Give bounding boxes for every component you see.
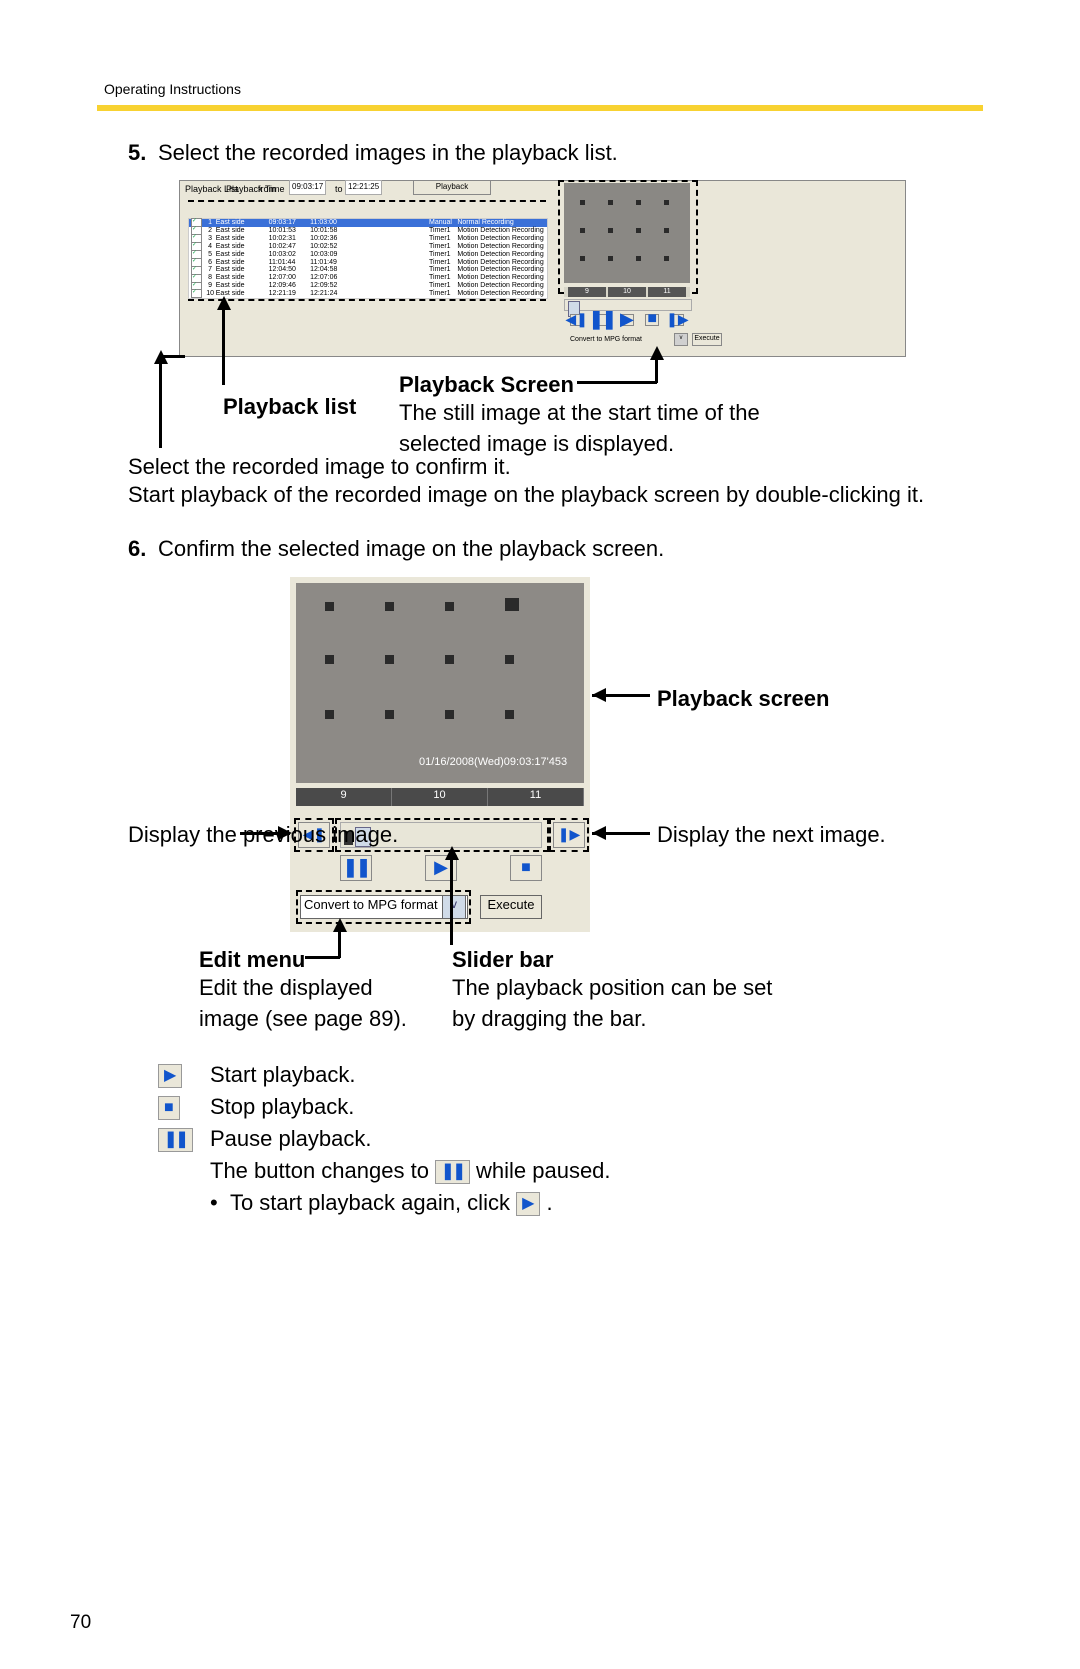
dot — [664, 228, 669, 233]
pause-icon-inline: ❚❚ — [435, 1160, 470, 1184]
page-number: 70 — [70, 1610, 91, 1637]
arrow-line — [577, 381, 657, 384]
small-timeline[interactable]: 91011 — [564, 287, 690, 297]
small-controls: ◀❚ ❚❚ ▶ ■ ❚▶ — [564, 312, 690, 327]
execute-button[interactable]: Execute — [480, 895, 542, 919]
button-changes-text: The button changes to ❚❚ while paused. — [210, 1156, 611, 1187]
playback-screen-heading: Playback Screen — [399, 370, 574, 401]
small-prev-button[interactable]: ◀❚ — [570, 314, 584, 326]
pause-playback-text: Pause playback. — [210, 1124, 371, 1155]
timestamp-overlay: 01/16/2008(Wed)09:03:17'453 — [419, 755, 567, 770]
dot — [325, 710, 334, 719]
slider-heading: Slider bar — [452, 945, 553, 976]
dot — [445, 655, 454, 664]
arrowhead-left — [592, 688, 606, 702]
arrow-line — [450, 850, 453, 945]
step5-text: Select the recorded images in the playba… — [158, 138, 618, 169]
playback-table[interactable]: 1East side09:03:1711:03:00ManualNormal R… — [188, 218, 548, 299]
small-execute-button[interactable]: Execute — [692, 333, 722, 346]
pb-to-label: to — [335, 183, 343, 196]
small-next-button[interactable]: ❚▶ — [670, 314, 684, 326]
small-pause-button[interactable]: ❚❚ — [595, 314, 609, 326]
step6-text: Confirm the selected image on the playba… — [158, 534, 664, 565]
dot — [608, 228, 613, 233]
dot — [505, 655, 514, 664]
play-icon-inline: ▶ — [516, 1192, 540, 1216]
dot — [636, 200, 641, 205]
step6-number: 6. — [128, 534, 146, 565]
dot — [664, 200, 669, 205]
slider-text: The playback position can be set by drag… — [452, 973, 782, 1035]
big-stop-button[interactable]: ■ — [510, 855, 542, 881]
dot — [580, 200, 585, 205]
dot — [636, 228, 641, 233]
edit-menu-text: Edit the displayed image (see page 89). — [199, 973, 419, 1035]
arrowhead-up — [445, 846, 459, 860]
stop-icon: ■ — [158, 1096, 180, 1120]
small-stop-button[interactable]: ■ — [645, 314, 659, 326]
dot — [505, 710, 514, 719]
playback-screen-label2: Playback screen — [657, 684, 829, 715]
display-prev-text: Display the previous image. — [128, 820, 398, 851]
stop-icon: ■ — [521, 857, 531, 879]
start-playback-text: Start playback. — [210, 1060, 356, 1091]
arrowhead-up — [333, 918, 347, 932]
dot — [580, 256, 585, 261]
table-row[interactable]: 10East side12:21:1912:21:24Timer1Motion … — [189, 290, 547, 298]
dot — [505, 598, 519, 611]
big-pause-button[interactable]: ❚❚ — [340, 855, 372, 881]
arrowhead-left — [592, 826, 606, 840]
dot — [385, 655, 394, 664]
arrow-line — [159, 355, 185, 358]
playback-button[interactable]: Playback — [413, 180, 491, 195]
accent-bar — [97, 105, 983, 111]
header-text: Operating Instructions — [104, 80, 241, 100]
stop-playback-text: Stop playback. — [210, 1092, 354, 1123]
play-icon: ▶ — [158, 1064, 182, 1088]
dot — [580, 228, 585, 233]
dot — [385, 602, 394, 611]
dash-bot — [188, 299, 546, 301]
dot — [608, 200, 613, 205]
select-confirm-text: Select the recorded image to confirm it. — [128, 452, 511, 483]
step5-number: 5. — [128, 138, 146, 169]
next-image-button[interactable]: ❚▶ — [553, 822, 585, 848]
convert-dropdown-icon[interactable]: v — [442, 895, 466, 919]
small-play-button[interactable]: ▶ — [620, 314, 634, 326]
edit-menu-heading: Edit menu — [199, 945, 305, 976]
pb-time-from-input[interactable]: 09:03:17 — [289, 180, 326, 195]
restart-text: • To start playback again, click ▶ . — [210, 1188, 553, 1219]
arrowhead-up — [217, 296, 231, 310]
display-next-text: Display the next image. — [657, 820, 886, 851]
arrowhead-up — [650, 346, 664, 360]
start-double-text: Start playback of the recorded image on … — [128, 480, 924, 511]
arrow-line — [222, 300, 225, 385]
pause-icon: ❚❚ — [158, 1128, 193, 1152]
dot — [636, 256, 641, 261]
arrow-line — [159, 354, 162, 448]
dot — [325, 655, 334, 664]
pause-icon: ❚❚ — [343, 855, 369, 880]
small-convert-dropdown[interactable]: v — [674, 333, 688, 346]
arrow-line — [305, 956, 340, 959]
arrowhead-right — [278, 826, 292, 840]
dot — [445, 710, 454, 719]
big-timeline[interactable]: 91011 — [296, 788, 584, 806]
dot — [664, 256, 669, 261]
dot — [445, 602, 454, 611]
small-convert-label: Convert to MPG format — [570, 335, 642, 345]
next-icon: ❚▶ — [558, 825, 581, 845]
pb-from-label: from — [258, 183, 276, 196]
dot — [385, 710, 394, 719]
dot — [325, 602, 334, 611]
dash-top — [188, 200, 546, 202]
big-playback-view — [296, 583, 584, 783]
pb-time-to-input[interactable]: 12:21:25 — [345, 180, 382, 195]
small-playback-view — [564, 183, 690, 283]
playback-screen-text: The still image at the start time of the… — [399, 398, 779, 460]
dot — [608, 256, 613, 261]
playback-list-label: Playback list — [223, 392, 356, 423]
